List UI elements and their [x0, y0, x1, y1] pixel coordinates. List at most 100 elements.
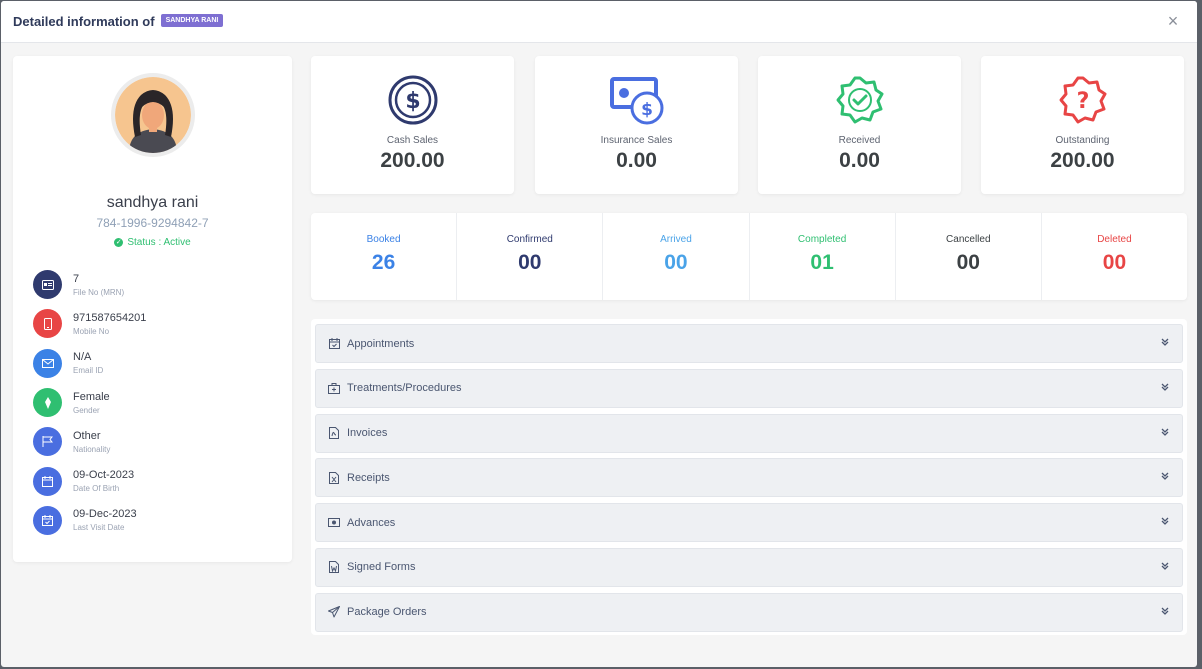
patient-detail-modal: Detailed information of SANDHYA RANI × s… — [1, 1, 1197, 667]
mobile-label: Mobile No — [73, 326, 110, 336]
gender-icon — [33, 388, 62, 418]
section-label: Advances — [347, 516, 396, 529]
modal-header: Detailed information of SANDHYA RANI × — [1, 1, 1197, 43]
appt-confirmed: Confirmed 00 — [457, 213, 604, 300]
info-file-no: 7 File No (MRN) — [33, 265, 146, 304]
calendar-check-icon — [328, 338, 340, 350]
section-label: Package Orders — [347, 606, 427, 619]
section-package-orders[interactable]: Package Orders — [315, 592, 1183, 632]
status-badge: ✓ Status : Active — [13, 237, 292, 248]
section-treatments[interactable]: Treatments/Procedures — [315, 368, 1183, 408]
appointment-summary: Booked 26 Confirmed 00 Arrived 00 Comple… — [311, 213, 1187, 300]
appt-value: 00 — [1102, 251, 1127, 274]
nationality-value: Other — [73, 429, 101, 442]
id-card-icon — [33, 270, 62, 300]
mobile-icon — [33, 309, 62, 339]
svg-text:$: $ — [405, 89, 420, 114]
section-label: Appointments — [347, 337, 415, 350]
dollar-circle-icon: $ — [311, 75, 514, 127]
chevron-down-icon[interactable] — [1160, 472, 1170, 483]
info-last-visit: 09-Dec-2023 Last Visit Date — [33, 501, 146, 540]
section-label: Receipts — [347, 471, 390, 484]
money-icon — [328, 517, 340, 529]
stat-card-outstanding: ? Outstanding 200.00 — [981, 56, 1184, 194]
patient-name-badge: SANDHYA RANI — [160, 14, 224, 27]
stat-card-insurance-sales: $ Insurance Sales 0.00 — [535, 56, 738, 194]
svg-text:$: $ — [641, 100, 653, 120]
stat-value: 200.00 — [380, 149, 445, 172]
medkit-icon — [328, 382, 340, 394]
chevron-down-icon[interactable] — [1160, 562, 1170, 573]
section-appointments[interactable]: Appointments — [315, 324, 1183, 363]
gender-value: Female — [73, 390, 110, 403]
section-label: Invoices — [347, 427, 388, 440]
svg-text:?: ? — [1076, 89, 1089, 114]
nationality-label: Nationality — [73, 444, 111, 454]
gender-label: Gender — [73, 405, 100, 415]
flag-icon — [33, 427, 62, 457]
last-visit-label: Last Visit Date — [73, 523, 125, 533]
dob-label: Date Of Birth — [73, 484, 120, 494]
stat-label: Cash Sales — [386, 135, 439, 146]
dob-value: 09-Oct-2023 — [73, 469, 135, 482]
section-receipts[interactable]: Receipts — [315, 458, 1183, 498]
envelope-icon — [33, 348, 62, 378]
profile-card: sandhya rani 784-1996-9294842-7 ✓ Status… — [13, 56, 292, 562]
appt-label: Completed — [797, 234, 847, 245]
appt-value: 00 — [956, 251, 980, 274]
info-mobile: 971587654201 Mobile No — [33, 304, 146, 343]
info-dob: 09-Oct-2023 Date Of Birth — [33, 461, 146, 500]
patient-info-list: 7 File No (MRN) 971587654201 Mobile No N… — [33, 265, 146, 540]
chevron-down-icon[interactable] — [1160, 383, 1170, 394]
section-signed-forms[interactable]: Signed Forms — [315, 547, 1183, 587]
patient-name: sandhya rani — [106, 194, 199, 211]
file-excel-icon — [328, 471, 340, 484]
appt-arrived: Arrived 00 — [603, 213, 750, 300]
file-no-label: File No (MRN) — [73, 287, 125, 297]
question-badge-icon: ? — [981, 75, 1184, 127]
section-invoices[interactable]: Invoices — [315, 413, 1183, 453]
file-pdf-icon — [328, 427, 340, 440]
appt-booked: Booked 26 — [311, 213, 458, 300]
close-icon[interactable]: × — [1165, 12, 1181, 30]
stat-label: Insurance Sales — [600, 135, 673, 146]
appt-label: Arrived — [660, 234, 692, 245]
modal-title: Detailed information of — [13, 14, 155, 29]
info-email: N/A Email ID — [33, 344, 146, 383]
appt-deleted: Deleted 00 — [1042, 213, 1187, 300]
appt-cancelled: Cancelled 00 — [896, 213, 1042, 300]
email-value: N/A — [73, 351, 92, 364]
stat-label: Outstanding — [1055, 135, 1110, 146]
appt-value: 26 — [371, 251, 396, 274]
paper-plane-icon — [328, 606, 340, 618]
appt-label: Cancelled — [946, 234, 991, 245]
chevron-down-icon[interactable] — [1160, 607, 1170, 618]
appt-label: Confirmed — [506, 234, 553, 245]
section-label: Signed Forms — [347, 561, 416, 574]
section-advances[interactable]: Advances — [315, 503, 1183, 543]
calendar-check-icon — [33, 505, 62, 535]
email-label: Email ID — [73, 366, 104, 376]
chevron-down-icon[interactable] — [1160, 517, 1170, 528]
stat-value: 200.00 — [1050, 149, 1115, 172]
chevron-down-icon[interactable] — [1160, 338, 1170, 349]
file-word-icon — [328, 561, 340, 574]
stat-value: 0.00 — [839, 149, 880, 172]
money-bill-icon: $ — [535, 75, 738, 127]
info-nationality: Other Nationality — [33, 422, 146, 461]
stat-card-cash-sales: $ Cash Sales 200.00 — [311, 56, 514, 194]
calendar-icon — [33, 466, 62, 496]
check-circle-icon: ✓ — [114, 238, 124, 247]
appt-value: 00 — [518, 251, 542, 274]
appt-label: Deleted — [1097, 234, 1132, 245]
appt-completed: Completed 01 — [750, 213, 896, 300]
stat-value: 0.00 — [616, 149, 657, 172]
section-label: Treatments/Procedures — [347, 382, 462, 395]
patient-id: 784-1996-9294842-7 — [96, 216, 209, 230]
detail-sections: Appointments Treatments/Procedures Invoi… — [311, 319, 1187, 635]
chevron-down-icon[interactable] — [1160, 428, 1170, 439]
file-no-value: 7 — [73, 272, 80, 285]
avatar — [111, 73, 195, 157]
mobile-value: 971587654201 — [73, 311, 147, 324]
appt-value: 00 — [664, 251, 688, 274]
